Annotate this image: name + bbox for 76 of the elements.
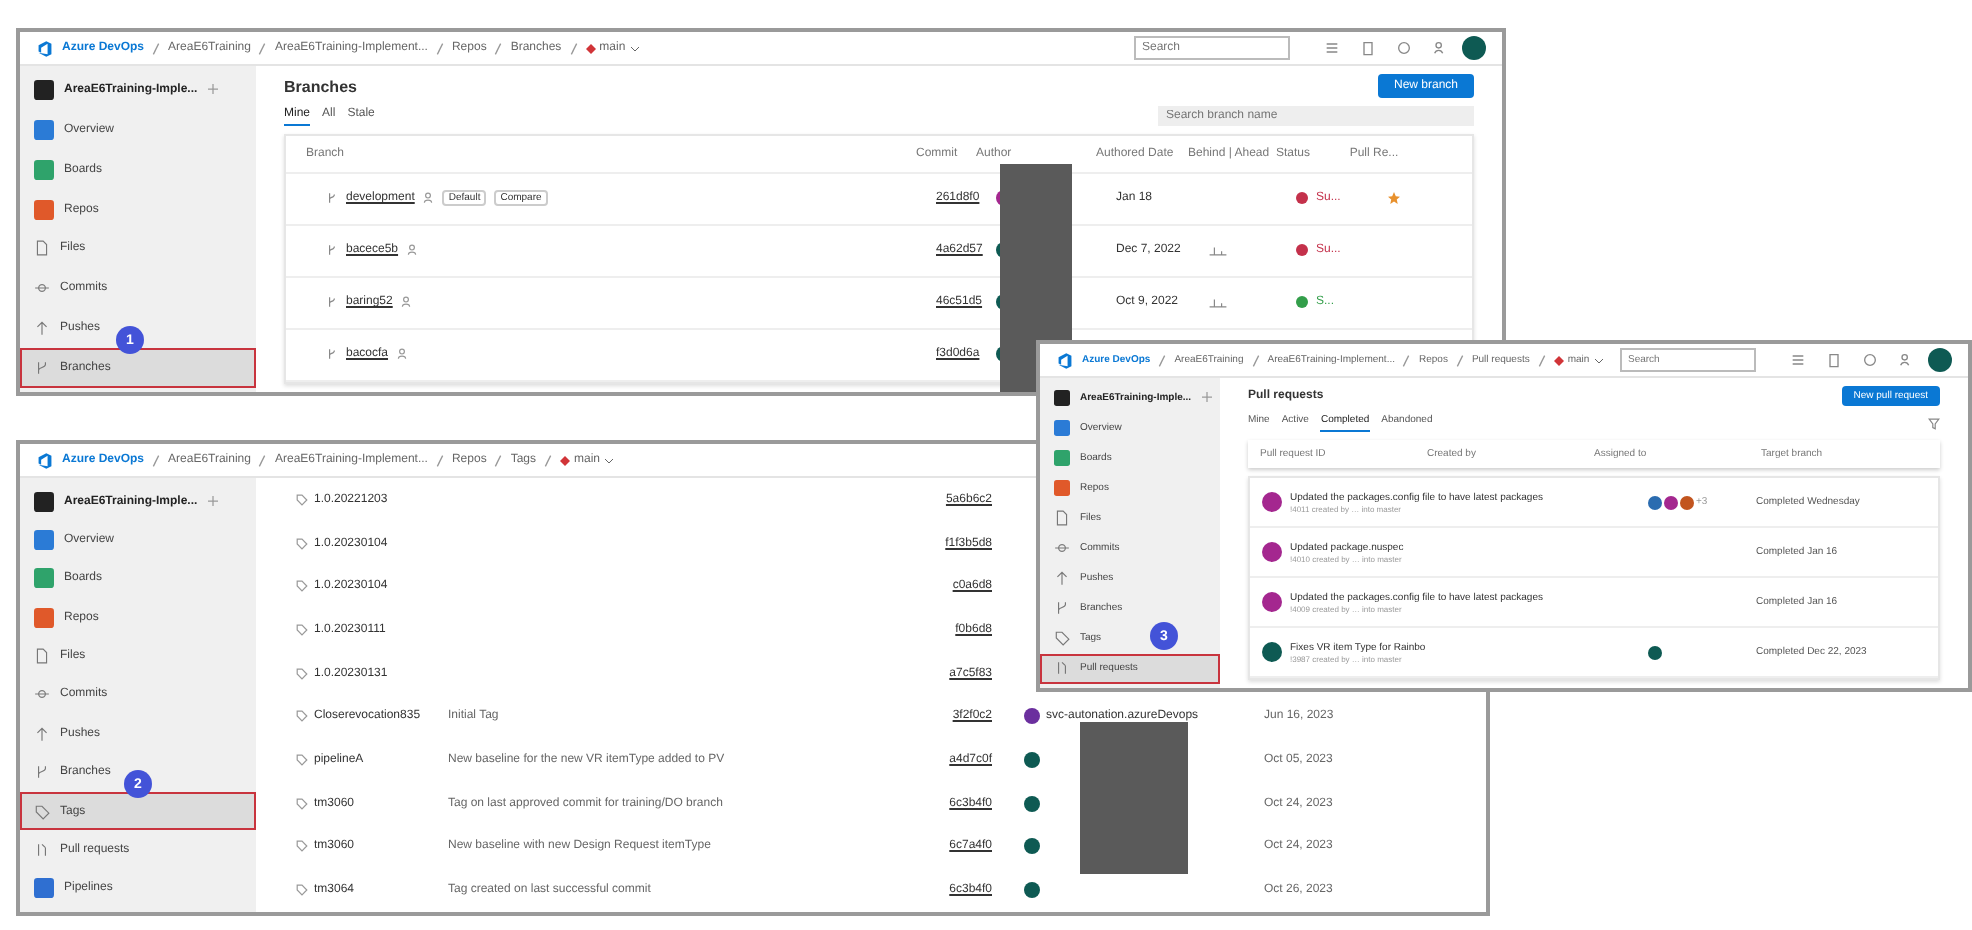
help-icon[interactable]	[1862, 352, 1878, 368]
help-icon[interactable]	[1396, 40, 1412, 56]
upload-icon	[34, 725, 50, 742]
caret-icon	[629, 45, 640, 51]
caret-icon	[1593, 357, 1604, 363]
tag-icon	[296, 710, 308, 723]
logo-icon	[36, 451, 54, 469]
upload-icon	[34, 320, 50, 337]
separator-icon	[258, 453, 267, 467]
person-icon	[422, 192, 435, 205]
plus-icon[interactable]	[207, 496, 218, 507]
diamond-icon	[585, 43, 596, 53]
branch-icon	[326, 244, 338, 257]
branch-icon	[34, 360, 50, 377]
tag-icon	[296, 537, 308, 550]
tag-icon	[1054, 630, 1070, 647]
commit-icon	[34, 686, 50, 703]
project-icon	[1054, 389, 1070, 406]
tag-icon	[34, 803, 50, 820]
upload-icon	[1054, 570, 1070, 587]
avatar[interactable]	[1928, 348, 1952, 372]
tag-icon	[296, 493, 308, 506]
separator-icon	[1251, 353, 1260, 367]
plus-icon[interactable]	[207, 84, 218, 95]
separator-icon	[1455, 353, 1464, 367]
logo-icon	[36, 39, 54, 57]
branch-icon	[326, 192, 338, 205]
branch-icon	[1054, 600, 1070, 617]
separator-icon	[435, 41, 444, 55]
tag-icon	[296, 840, 308, 853]
separator-icon	[1158, 353, 1167, 367]
branch-icon	[34, 764, 50, 781]
separator-icon	[494, 41, 503, 55]
user-settings-icon[interactable]	[1898, 352, 1914, 368]
commit-icon	[34, 280, 50, 297]
branch-icon	[326, 296, 338, 309]
project-icon	[34, 79, 54, 100]
list-icon[interactable]	[1790, 352, 1806, 368]
filter-icon[interactable]	[1928, 417, 1940, 429]
person-icon	[400, 296, 413, 309]
tag-icon	[296, 667, 308, 680]
list-icon[interactable]	[1324, 40, 1340, 56]
branch-icon	[326, 348, 338, 361]
caret-icon	[604, 457, 615, 463]
separator-icon	[435, 453, 444, 467]
separator-icon	[1402, 353, 1411, 367]
person-icon	[406, 244, 419, 257]
document-icon	[34, 648, 50, 665]
commit-icon	[1054, 540, 1070, 557]
plus-icon[interactable]	[1201, 392, 1212, 403]
clipboard-icon[interactable]	[1360, 40, 1376, 56]
pull-request-icon	[1054, 660, 1070, 677]
separator-icon	[569, 41, 578, 55]
tag-icon	[296, 623, 308, 636]
pull-request-icon	[34, 841, 50, 858]
tag-icon	[296, 797, 308, 810]
page-title: Branches	[284, 77, 357, 95]
diamond-icon	[1553, 355, 1564, 365]
tag-icon	[296, 580, 308, 593]
separator-icon	[494, 453, 503, 467]
user-settings-icon[interactable]	[1432, 40, 1448, 56]
person-icon	[396, 348, 409, 361]
tag-icon	[296, 754, 308, 767]
avatar[interactable]	[1462, 36, 1486, 60]
separator-icon	[258, 41, 267, 55]
logo-icon	[1056, 351, 1074, 369]
document-icon	[1054, 509, 1070, 526]
tag-icon	[296, 884, 308, 897]
document-icon	[34, 240, 50, 257]
separator-icon	[152, 41, 161, 55]
separator-icon	[544, 453, 552, 467]
project-icon	[34, 491, 54, 512]
separator-icon	[1537, 353, 1546, 367]
diamond-icon	[560, 455, 570, 465]
clipboard-icon[interactable]	[1826, 352, 1842, 368]
separator-icon	[152, 453, 161, 467]
